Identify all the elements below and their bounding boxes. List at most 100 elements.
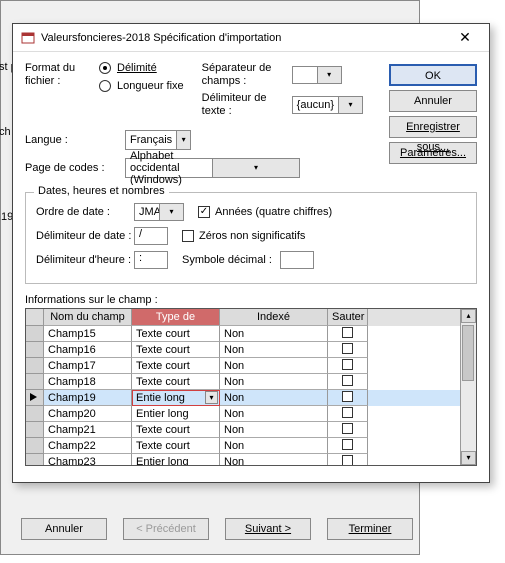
cell-indexed[interactable]: Non (220, 342, 328, 358)
row-selector[interactable] (26, 326, 44, 342)
cell-indexed[interactable]: Non (220, 406, 328, 422)
cell-skip[interactable] (328, 358, 368, 374)
field-sep-label: Séparateur de champs : (202, 62, 292, 88)
cell-name[interactable]: Champ23 (44, 454, 132, 465)
save-as-button[interactable]: Enregistrer sous... (389, 116, 477, 138)
scroll-up-icon[interactable]: ▴ (461, 309, 476, 323)
cell-skip[interactable] (328, 374, 368, 390)
wizard-finish-button[interactable]: Terminer (327, 518, 413, 540)
cell-type[interactable]: Texte court (132, 342, 220, 358)
cell-name[interactable]: Champ15 (44, 326, 132, 342)
scroll-down-icon[interactable]: ▾ (461, 451, 476, 465)
cell-type[interactable]: Entie long▾ (132, 390, 220, 406)
decimal-symbol-input[interactable] (280, 251, 314, 269)
cell-name[interactable]: Champ21 (44, 422, 132, 438)
table-row[interactable]: Champ15Texte courtNon (26, 326, 460, 342)
date-delim-label: Délimiteur de date : (36, 230, 134, 242)
cell-indexed[interactable]: Non (220, 326, 328, 342)
cell-type[interactable]: Texte court (132, 358, 220, 374)
row-selector[interactable] (26, 422, 44, 438)
time-delim-input[interactable]: : (134, 251, 168, 269)
cell-type[interactable]: Texte court (132, 422, 220, 438)
cell-name[interactable]: Champ16 (44, 342, 132, 358)
table-row[interactable]: Champ20Entier longNon (26, 406, 460, 422)
table-row[interactable]: Champ19Entie long▾Non (26, 390, 460, 406)
table-row[interactable]: Champ22Texte courtNon (26, 438, 460, 454)
cancel-button[interactable]: Annuler (389, 90, 477, 112)
col-type[interactable]: Type de données (132, 309, 220, 326)
cell-type[interactable]: Entier long (132, 454, 220, 465)
wizard-next-button[interactable]: Suivant > (225, 518, 311, 540)
wizard-cancel-button[interactable]: Annuler (21, 518, 107, 540)
text-delim-combo[interactable]: {aucun} ▾ (292, 96, 363, 114)
table-scrollbar[interactable]: ▴ ▾ (460, 309, 476, 465)
field-info-label: Informations sur le champ : (25, 294, 477, 306)
cell-skip[interactable] (328, 390, 368, 406)
scroll-thumb[interactable] (462, 325, 474, 381)
cell-name[interactable]: Champ18 (44, 374, 132, 390)
cell-type[interactable]: Texte court (132, 326, 220, 342)
cell-indexed[interactable]: Non (220, 390, 328, 406)
table-row[interactable]: Champ16Texte courtNon (26, 342, 460, 358)
cell-indexed[interactable]: Non (220, 438, 328, 454)
chevron-down-icon[interactable]: ▾ (205, 391, 218, 404)
leading-zeros-label: Zéros non significatifs (199, 230, 305, 242)
cell-indexed[interactable]: Non (220, 358, 328, 374)
language-label: Langue : (25, 134, 125, 146)
language-combo[interactable]: Français ▾ (125, 130, 191, 150)
table-row[interactable]: Champ17Texte courtNon (26, 358, 460, 374)
cell-name[interactable]: Champ22 (44, 438, 132, 454)
cell-skip[interactable] (328, 326, 368, 342)
cell-skip[interactable] (328, 454, 368, 465)
row-selector[interactable] (26, 342, 44, 358)
leading-zeros-checkbox[interactable]: Zéros non significatifs (182, 230, 305, 242)
table-row[interactable]: Champ21Texte courtNon (26, 422, 460, 438)
wizard-buttons: Annuler < Précédent Suivant > Terminer (21, 518, 413, 540)
row-selector[interactable] (26, 358, 44, 374)
params-button[interactable]: Paramètres... (389, 142, 477, 164)
close-button[interactable]: ✕ (449, 28, 481, 48)
cell-skip[interactable] (328, 342, 368, 358)
cell-name[interactable]: Champ19 (44, 390, 132, 406)
date-order-combo[interactable]: JMA ▾ (134, 203, 184, 221)
radio-fixed-label: Longueur fixe (117, 80, 184, 92)
app-icon (21, 31, 35, 45)
four-digit-years-checkbox[interactable]: ✓ Années (quatre chiffres) (198, 206, 332, 218)
cell-skip[interactable] (328, 422, 368, 438)
cell-skip[interactable] (328, 438, 368, 454)
row-selector[interactable] (26, 390, 44, 406)
table-row[interactable]: Champ18Texte courtNon (26, 374, 460, 390)
field-sep-combo[interactable]: ▾ (292, 66, 342, 84)
row-selector[interactable] (26, 374, 44, 390)
col-skip[interactable]: Sauter (328, 309, 368, 326)
row-selector[interactable] (26, 406, 44, 422)
group-legend: Dates, heures et nombres (34, 185, 169, 197)
row-selector[interactable] (26, 454, 44, 465)
cell-type[interactable]: Texte court (132, 374, 220, 390)
radio-fixed[interactable]: Longueur fixe (99, 80, 184, 92)
bg-text: ch (0, 126, 11, 138)
cell-type[interactable]: Entier long (132, 406, 220, 422)
radio-delimited[interactable]: Délimité (99, 62, 184, 74)
col-name[interactable]: Nom du champ (44, 309, 132, 326)
col-indexed[interactable]: Indexé (220, 309, 328, 326)
codepage-combo[interactable]: Alphabet occidental (Windows) ▾ (125, 158, 300, 178)
wizard-prev-button: < Précédent (123, 518, 209, 540)
date-delim-input[interactable]: / (134, 227, 168, 245)
table-row[interactable]: Champ23Entier longNon (26, 454, 460, 465)
text-delim-value: {aucun} (293, 99, 338, 111)
cell-name[interactable]: Champ17 (44, 358, 132, 374)
ok-button[interactable]: OK (389, 64, 477, 86)
checkbox-icon (342, 423, 353, 434)
cell-type[interactable]: Texte court (132, 438, 220, 454)
checkbox-icon (342, 359, 353, 370)
cell-indexed[interactable]: Non (220, 374, 328, 390)
cell-indexed[interactable]: Non (220, 454, 328, 465)
cell-name[interactable]: Champ20 (44, 406, 132, 422)
codepage-label: Page de codes : (25, 162, 125, 174)
cell-skip[interactable] (328, 406, 368, 422)
cell-indexed[interactable]: Non (220, 422, 328, 438)
chevron-down-icon: ▾ (176, 131, 190, 149)
chevron-down-icon: ▾ (159, 204, 183, 220)
row-selector[interactable] (26, 438, 44, 454)
